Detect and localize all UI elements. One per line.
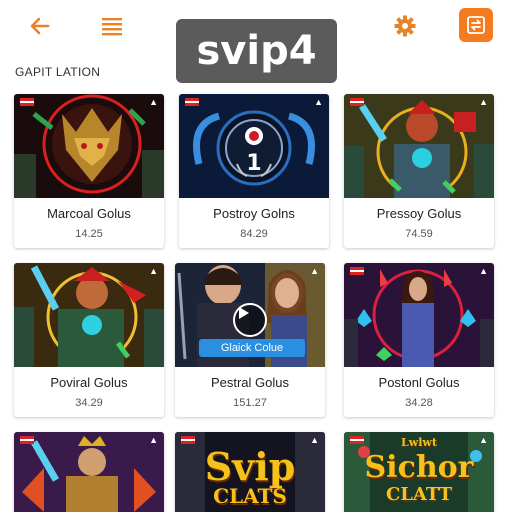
game-price: 74.59 [405,228,433,240]
play-button[interactable] [233,303,267,337]
pin-icon[interactable]: ▲ [479,435,488,445]
game-name: Marcoal Golus [47,206,131,221]
quick-play-label[interactable]: Glaick Colue [199,339,305,357]
game-thumbnail: 1 ▲ [179,94,329,198]
thumbnail-subtitle: CLATT [385,484,453,505]
game-price: 34.29 [75,397,103,409]
game-name: Pressoy Golus [376,206,462,221]
game-thumbnail: Lwlwt Sichor CLATT ▲ [344,432,494,512]
game-card[interactable]: ▲ Postonl Golus 34.28 [344,263,494,417]
game-name: Poviral Golus [50,375,128,390]
game-grid: ▲ Marcoal Golus 14.25 1 ▲ Postroy Golns … [0,0,512,512]
game-price: 84.29 [240,228,268,240]
game-price: 151.27 [233,397,267,409]
game-card[interactable]: ▲ Pressoy Golus 74.59 [344,94,494,248]
thumbnail-subtitle: CLATS [213,484,287,508]
game-thumbnail: ▲ [344,263,494,367]
thumbnail-caption: Lwlwt [401,436,437,449]
svg-text:1: 1 [246,151,261,176]
game-price: 34.28 [405,397,433,409]
game-card[interactable]: ▲ Marcoal Golus 14.25 [14,94,164,248]
pin-icon[interactable]: ▲ [149,97,158,107]
game-card[interactable]: Glaick Colue ▲ Pestral Golus 151.27 [175,263,325,417]
pin-icon[interactable]: ▲ [310,266,319,276]
game-thumbnail: ▲ [14,94,164,198]
thumbnail-title: Sichor [364,450,474,485]
play-icon [239,307,249,319]
pin-icon[interactable]: ▲ [149,435,158,445]
game-name: Pestral Golus [210,375,290,390]
game-name: Postroy Golns [213,206,295,221]
pin-icon[interactable]: ▲ [314,97,323,107]
game-name: Postonl Golus [378,375,460,390]
pin-icon[interactable]: ▲ [149,266,158,276]
game-price: 14.25 [75,228,103,240]
game-card[interactable]: ▲ [14,432,164,512]
game-thumbnail: ▲ [14,263,164,367]
pin-icon[interactable]: ▲ [479,97,488,107]
pin-icon[interactable]: ▲ [479,266,488,276]
game-card[interactable]: 1 ▲ Postroy Golns 84.29 [179,94,329,248]
game-card[interactable]: Lwlwt Sichor CLATT ▲ [344,432,494,512]
game-thumbnail: ▲ [14,432,164,512]
game-thumbnail: ▲ [344,94,494,198]
pin-icon[interactable]: ▲ [310,435,319,445]
game-card[interactable]: Svip CLATS ▲ [175,432,325,512]
game-card[interactable]: ▲ Poviral Golus 34.29 [14,263,164,417]
game-thumbnail: Svip CLATS ▲ [175,432,325,512]
game-thumbnail: Glaick Colue ▲ [175,263,325,367]
thumbnail-title: Svip [204,444,296,489]
